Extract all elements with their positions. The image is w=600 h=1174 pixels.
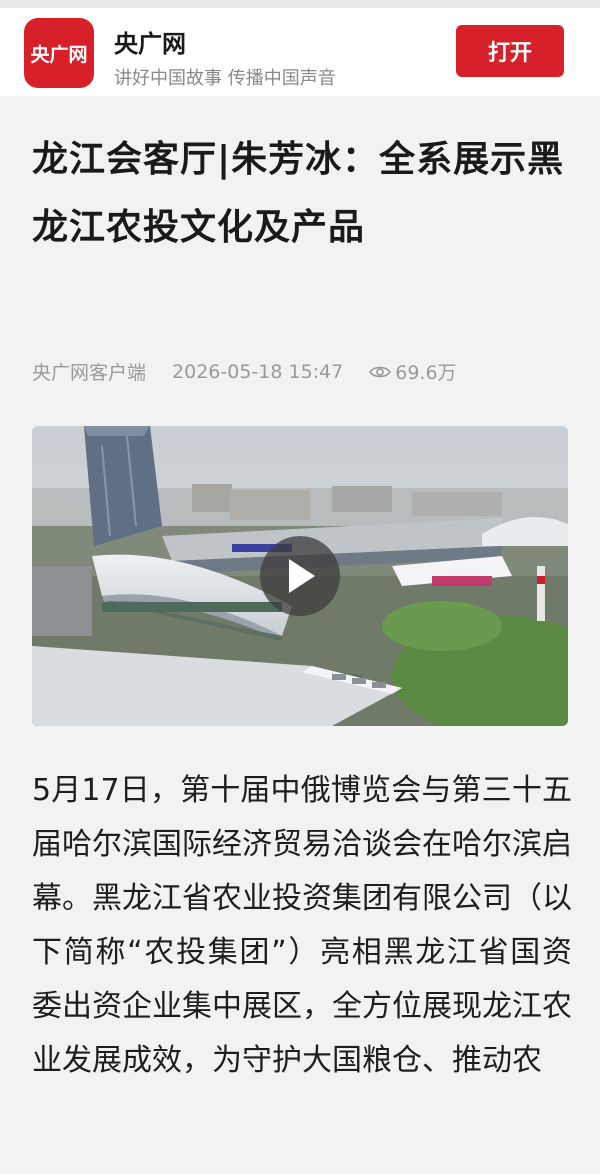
article-datetime: 2026-05-18 15:47 — [172, 360, 344, 383]
article-title: 龙江会客厅|朱芳冰：全系展示黑龙江农投文化及产品 — [32, 139, 565, 248]
eye-icon — [369, 366, 392, 377]
play-icon — [289, 559, 315, 593]
open-app-button[interactable]: 打开 — [456, 25, 564, 77]
app-slogan: 讲好中国故事 传播中国声音 — [114, 68, 336, 89]
app-logo-text: 央广网 — [30, 43, 88, 66]
article-meta: 央广网客户端 2026-05-18 15:47 69.6万 — [32, 358, 457, 385]
view-count: 69.6万 — [395, 362, 457, 384]
app-name: 央广网 — [114, 30, 186, 58]
app-download-banner: 央广网 央广网 讲好中国故事 传播中国声音 打开 — [0, 8, 600, 96]
play-button[interactable] — [260, 536, 340, 616]
article-source: 央广网客户端 — [32, 362, 147, 384]
status-band — [0, 0, 600, 8]
article-body: 5月17日，第十届中俄博览会与第三十五届哈尔滨国际经济贸易洽谈会在哈尔滨启幕。黑… — [32, 773, 572, 1078]
video-player[interactable] — [32, 426, 568, 726]
app-logo[interactable]: 央广网 — [24, 18, 94, 88]
